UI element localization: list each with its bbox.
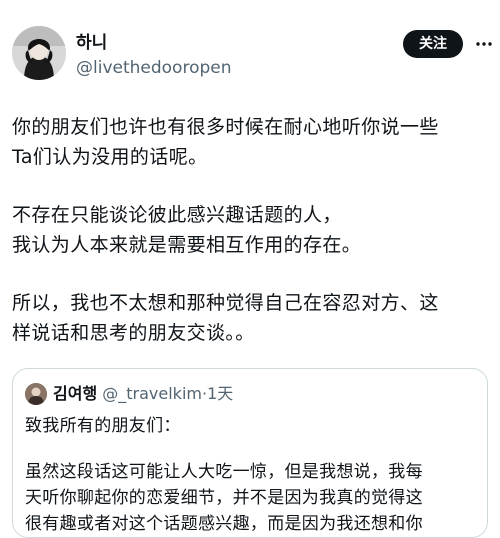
quoted-tweet-card[interactable]: 김여행 @_travelkim·1天 致我所有的朋友们： 虽然这段话这可能让人大…: [12, 368, 488, 538]
tweet-line: 我认为人本来就是需要相互作用的存在。: [12, 234, 362, 256]
tweet-body: 你的朋友们也许也有很多时候在耐心地听你说一些 Ta们认为没用的话呢。 不存在只能…: [12, 112, 492, 348]
tweet-line: 所以，我也不太想和那种觉得自己在容忍对方、这: [12, 292, 439, 314]
quoted-line: 很有趣或者对这个话题感兴趣，而是因为我还想和你: [25, 514, 423, 534]
author-handle[interactable]: @livethedooropen: [76, 57, 232, 79]
author-avatar[interactable]: [12, 26, 66, 80]
quoted-author-handle[interactable]: @_travelkim: [102, 384, 202, 403]
quoted-author-name[interactable]: 김여행: [53, 384, 97, 403]
quoted-line: 虽然这段话这可能让人大吃一惊，但是我想说，我每: [25, 462, 423, 482]
author-name[interactable]: 하니: [76, 32, 107, 54]
tweet-line: 样说话和思考的朋友交谈。。: [12, 322, 255, 344]
avatar-portrait-icon: [12, 26, 66, 80]
more-options-icon[interactable]: [474, 34, 494, 54]
tweet-header: 하니 @livethedooropen 关注: [0, 0, 500, 100]
follow-button[interactable]: 关注: [403, 30, 463, 58]
quoted-tweet-body: 致我所有的朋友们： 虽然这段话这可能让人大吃一惊，但是我想说，我每 天听你聊起你…: [25, 413, 477, 537]
quoted-tweet-time[interactable]: 1天: [207, 384, 233, 403]
tweet-line: Ta们认为没用的话呢。: [12, 146, 208, 168]
tweet-line: 你的朋友们也许也有很多时候在耐心地听你说一些: [12, 116, 439, 138]
quoted-line: 天听你聊起你的恋爱细节，并不是因为我真的觉得这: [25, 488, 423, 508]
quoted-line: 致我所有的朋友们：: [25, 416, 181, 436]
quoted-tweet-header: 김여행 @_travelkim·1天: [53, 383, 233, 405]
tweet-line: 不存在只能谈论彼此感兴趣话题的人，: [12, 204, 342, 226]
quoted-author-avatar[interactable]: [25, 383, 47, 405]
avatar-portrait-icon: [25, 383, 47, 405]
